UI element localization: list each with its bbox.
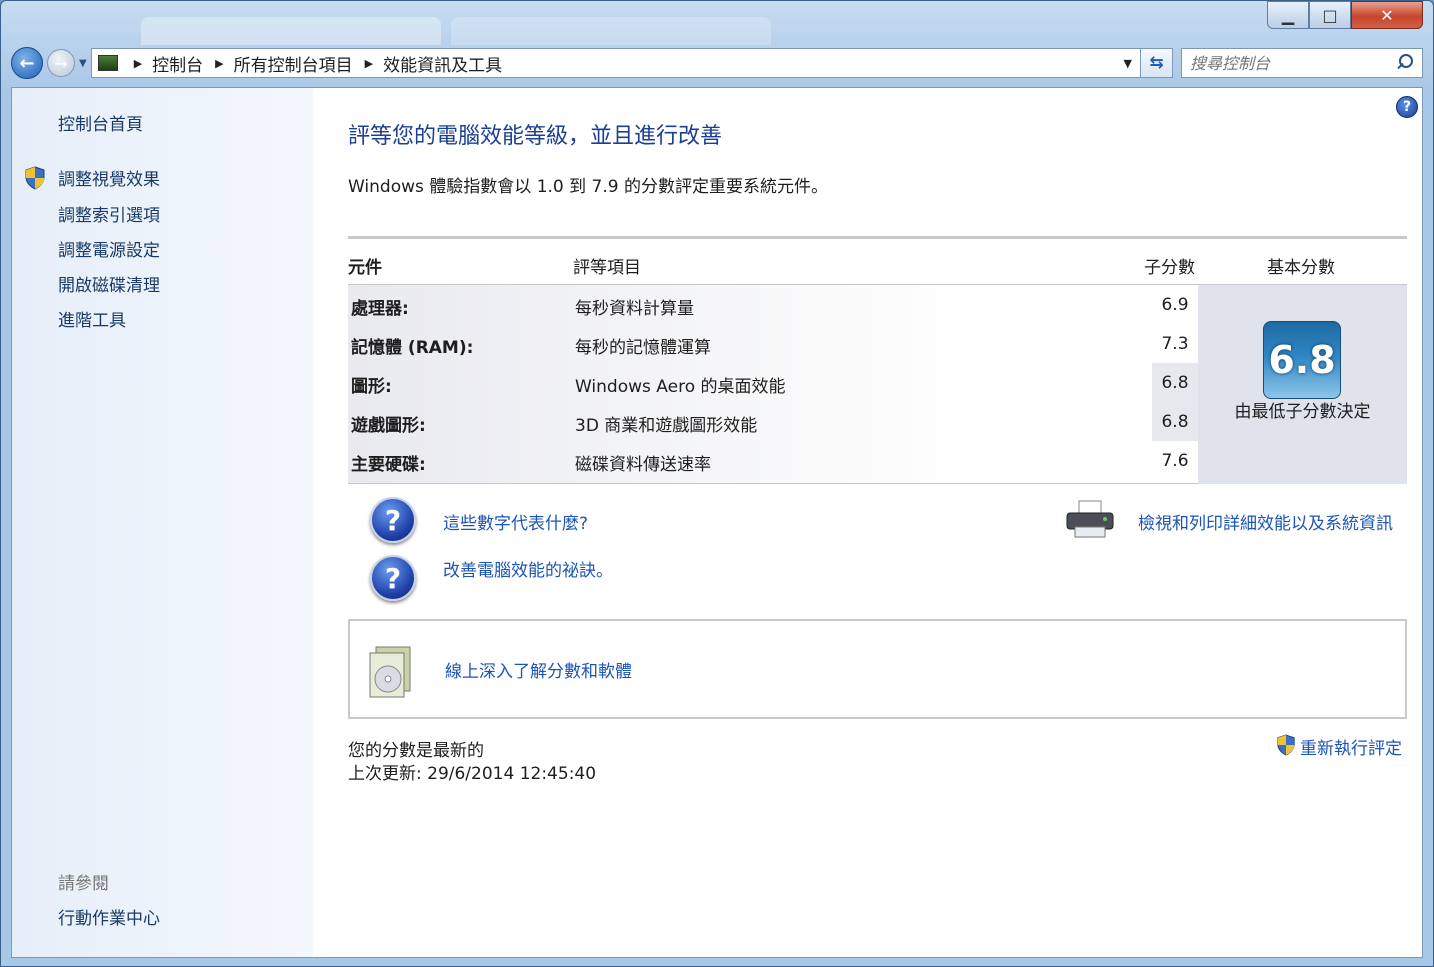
arrow-right-icon: → (54, 53, 68, 73)
table-row: 遊戲圖形: 3D 商業和遊戲圖形效能 6.8 (348, 402, 1198, 441)
close-button[interactable]: ✕ (1351, 1, 1423, 29)
caption-buttons: ▁ □ ✕ (1267, 1, 1423, 29)
maximize-button[interactable]: □ (1309, 1, 1351, 29)
what-numbers-link[interactable]: 這些數字代表什麼? (443, 509, 588, 534)
sidebar-item-advanced-tools[interactable]: 進階工具 (58, 306, 126, 331)
background-tab (141, 17, 441, 45)
uac-shield-icon (25, 166, 45, 190)
header-subscore: 子分數 (1144, 258, 1195, 278)
recent-pages-dropdown[interactable]: ▼ (79, 58, 87, 69)
breadcrumb-separator-icon[interactable]: ▶ (134, 57, 142, 70)
performance-tips-link[interactable]: 改善電腦效能的祕訣。 (443, 556, 613, 581)
rating-label: 3D 商業和遊戲圖形效能 (575, 416, 758, 436)
breadcrumb-performance[interactable]: 效能資訊及工具 (383, 51, 502, 76)
search-icon[interactable] (1396, 54, 1414, 72)
page-subtitle: Windows 體驗指數會以 1.0 到 7.9 的分數評定重要系統元件。 (348, 177, 828, 197)
component-label: 遊戲圖形: (351, 416, 426, 436)
base-score-badge: 6.8 (1263, 321, 1341, 399)
sidebar-item-disk-cleanup[interactable]: 開啟磁碟清理 (58, 271, 160, 296)
search-box[interactable] (1181, 48, 1423, 78)
header-basescore: 基本分數 (1267, 258, 1335, 278)
forward-button[interactable]: → (47, 49, 75, 77)
search-input[interactable] (1190, 53, 1396, 73)
software-box-icon (369, 646, 411, 698)
main-panel: ? 評等您的電腦效能等級，並且進行改善 Windows 體驗指數會以 1.0 到… (313, 88, 1422, 957)
subscore-value: 6.9 (1152, 285, 1198, 324)
base-score-caption: 由最低子分數決定 (1234, 402, 1371, 422)
sidebar: 控制台首頁 調整視覺效果 調整索引選項 調整電源設定 開啟磁碟清理 進階工具 請… (12, 88, 313, 957)
rating-label: 每秒的記憶體運算 (575, 338, 711, 358)
online-info-box: 線上深入了解分數和軟體 (348, 619, 1407, 719)
window-frame: ▁ □ ✕ ← → ▼ ▶ 控制台 ▶ 所有控制台項目 ▶ 效能資訊及工具 ▼ … (0, 0, 1434, 967)
breadcrumb-control-panel[interactable]: 控制台 (152, 51, 203, 76)
table-body: 處理器: 每秒資料計算量 6.9 記憶體 (RAM): 每秒的記憶體運算 7.3… (348, 285, 1407, 484)
help-icon: ? (370, 555, 416, 601)
header-rating: 評等項目 (573, 258, 641, 278)
experience-index-table: 元件 評等項目 子分數 基本分數 處理器: 每秒資料計算量 6.9 記憶體 (R… (348, 236, 1407, 484)
address-dropdown-icon[interactable]: ▼ (1124, 57, 1132, 70)
component-label: 處理器: (351, 299, 409, 319)
sidebar-item-action-center[interactable]: 行動作業中心 (58, 904, 160, 929)
refresh-icon: ⇆ (1149, 53, 1164, 73)
print-details-link[interactable]: 檢視和列印詳細效能以及系統資訊 (1138, 509, 1393, 534)
help-icon: ? (370, 497, 416, 543)
table-row: 記憶體 (RAM): 每秒的記憶體運算 7.3 (348, 324, 1198, 363)
table-header: 元件 評等項目 子分數 基本分數 (348, 239, 1407, 285)
content-area: 控制台首頁 調整視覺效果 調整索引選項 調整電源設定 開啟磁碟清理 進階工具 請… (11, 87, 1423, 958)
component-label: 圖形: (351, 377, 392, 397)
page-title: 評等您的電腦效能等級，並且進行改善 (348, 124, 723, 149)
sidebar-item-indexing[interactable]: 調整索引選項 (58, 201, 160, 226)
table-row: 主要硬碟: 磁碟資料傳送速率 7.6 (348, 441, 1198, 480)
subscore-value: 6.8 (1152, 363, 1198, 402)
arrow-left-icon: ← (19, 52, 35, 74)
back-button[interactable]: ← (11, 47, 43, 79)
breadcrumb-separator-icon[interactable]: ▶ (365, 57, 373, 70)
navigation-bar: ← → ▼ ▶ 控制台 ▶ 所有控制台項目 ▶ 效能資訊及工具 ▼ ⇆ (11, 47, 1423, 79)
see-also-heading: 請參閱 (58, 874, 109, 894)
sidebar-item-home[interactable]: 控制台首頁 (58, 110, 143, 135)
component-label: 主要硬碟: (351, 455, 426, 475)
address-bar[interactable]: ▶ 控制台 ▶ 所有控制台項目 ▶ 效能資訊及工具 ▼ (90, 48, 1141, 78)
subscore-value: 6.8 (1152, 402, 1198, 441)
online-learn-link[interactable]: 線上深入了解分數和軟體 (445, 657, 632, 682)
component-label: 記憶體 (RAM): (351, 338, 474, 358)
uac-shield-icon (1277, 734, 1295, 756)
control-panel-icon (97, 55, 118, 71)
background-tab (451, 17, 771, 45)
sidebar-item-visual-effects[interactable]: 調整視覺效果 (58, 165, 160, 190)
rerun-assessment-link[interactable]: 重新執行評定 (1300, 734, 1402, 759)
printer-icon (1066, 500, 1114, 538)
minimize-button[interactable]: ▁ (1267, 1, 1309, 29)
rating-label: 磁碟資料傳送速率 (575, 455, 711, 475)
table-row: 處理器: 每秒資料計算量 6.9 (348, 285, 1198, 324)
base-score-panel: 6.8 由最低子分數決定 (1198, 285, 1407, 484)
rating-label: Windows Aero 的桌面效能 (575, 377, 786, 397)
help-icon[interactable]: ? (1396, 96, 1418, 118)
breadcrumb-separator-icon[interactable]: ▶ (215, 57, 223, 70)
table-row: 圖形: Windows Aero 的桌面效能 6.8 (348, 363, 1198, 402)
rating-label: 每秒資料計算量 (575, 299, 694, 319)
score-status: 您的分數是最新的 (348, 741, 484, 761)
last-update: 上次更新: 29/6/2014 12:45:40 (348, 764, 597, 784)
subscore-value: 7.6 (1152, 441, 1198, 480)
header-component: 元件 (348, 258, 382, 278)
breadcrumb-all-items[interactable]: 所有控制台項目 (234, 51, 353, 76)
refresh-button[interactable]: ⇆ (1141, 48, 1173, 78)
sidebar-item-power[interactable]: 調整電源設定 (58, 236, 160, 261)
subscore-value: 7.3 (1152, 324, 1198, 363)
